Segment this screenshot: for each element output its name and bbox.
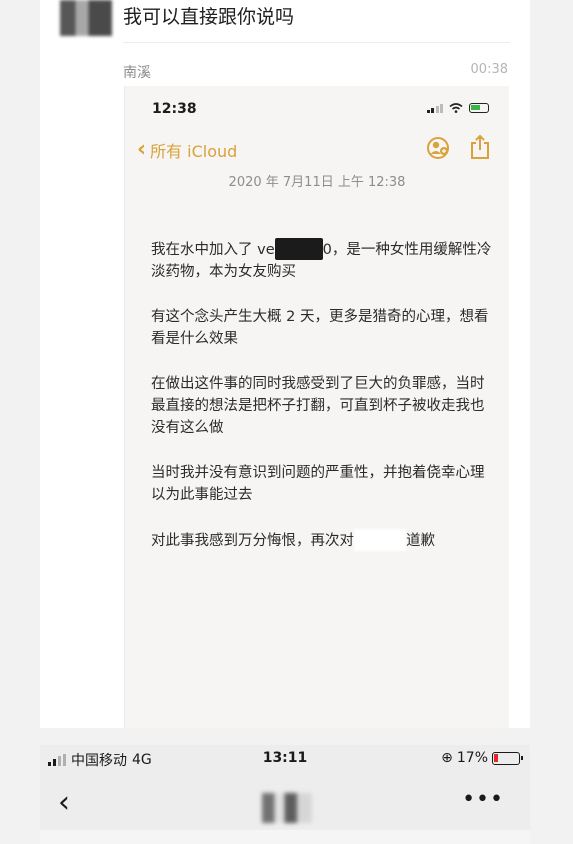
- collaborate-icon[interactable]: [425, 136, 451, 160]
- message-timestamp: 00:38: [470, 62, 508, 77]
- chat-panel: 我可以直接跟你说吗 南溪 00:38 12:38 ‹ 所有 iCloud 202…: [40, 0, 530, 728]
- note-paragraph: 我在水中加入了 ve 0，是一种女性用缓解性冷淡药物，本为女友购买: [151, 238, 495, 283]
- redaction-mark: [274, 238, 323, 260]
- note-text: 道歉: [406, 533, 435, 549]
- notes-body: 我在水中加入了 ve 0，是一种女性用缓解性冷淡药物，本为女友购买 有这个念头产生…: [151, 238, 495, 575]
- battery-status: ⊕ 17%: [441, 750, 523, 766]
- battery-icon: [492, 751, 523, 765]
- notes-back-label: 所有 iCloud: [150, 142, 238, 161]
- note-paragraph: 当时我并没有意识到问题的严重性，并抱着侥幸心理以为此事能过去: [151, 465, 485, 503]
- note-text: 对此事我感到万分悔恨，再次对: [151, 533, 354, 549]
- chat-title-blurred: [262, 793, 312, 823]
- notes-system-icons: [426, 103, 489, 113]
- notes-status-bar: 12:38: [125, 86, 509, 130]
- wifi-icon: [449, 103, 463, 113]
- rotation-lock-icon: ⊕: [441, 750, 453, 766]
- battery-percent: 17%: [456, 750, 488, 766]
- chevron-left-icon: ‹: [137, 137, 147, 162]
- note-paragraph: 有这个念头产生大概 2 天，更多是猎奇的心理，想看看是什么效果: [151, 309, 489, 347]
- redaction-mark: [354, 529, 406, 551]
- note-paragraph: 在做出这件事的同时我感受到了巨大的负罪感，当时最直接的想法是把杯子打翻，可直到杯…: [151, 376, 485, 436]
- avatar[interactable]: [60, 0, 112, 36]
- bottom-strip: [40, 830, 530, 844]
- notes-back-button[interactable]: ‹ 所有 iCloud: [137, 138, 237, 162]
- note-paragraph: 对此事我感到万分悔恨，再次对 道歉: [151, 529, 495, 552]
- notes-status-time: 12:38: [152, 101, 197, 117]
- phone-status-bar: 中国移动 4G 13:11 ⊕ 17%: [40, 745, 530, 775]
- notes-date: 2020 年 7月11日 上午 12:38: [228, 175, 406, 190]
- note-text: 我在水中加入了 ve: [151, 242, 275, 258]
- signal-icon: [426, 103, 443, 113]
- chat-message-text: 我可以直接跟你说吗: [123, 6, 295, 28]
- more-options-button[interactable]: •••: [462, 787, 504, 812]
- share-icon[interactable]: [469, 134, 491, 160]
- sender-name: 南溪: [123, 65, 151, 81]
- chat-nav-bar: ‹ •••: [40, 775, 530, 830]
- battery-icon: [469, 103, 489, 113]
- back-button[interactable]: ‹: [58, 785, 70, 820]
- divider: [123, 42, 510, 43]
- shared-image-notes-screenshot[interactable]: 12:38 ‹ 所有 iCloud 2020 年 7月11日 上午 12:38 …: [124, 86, 509, 728]
